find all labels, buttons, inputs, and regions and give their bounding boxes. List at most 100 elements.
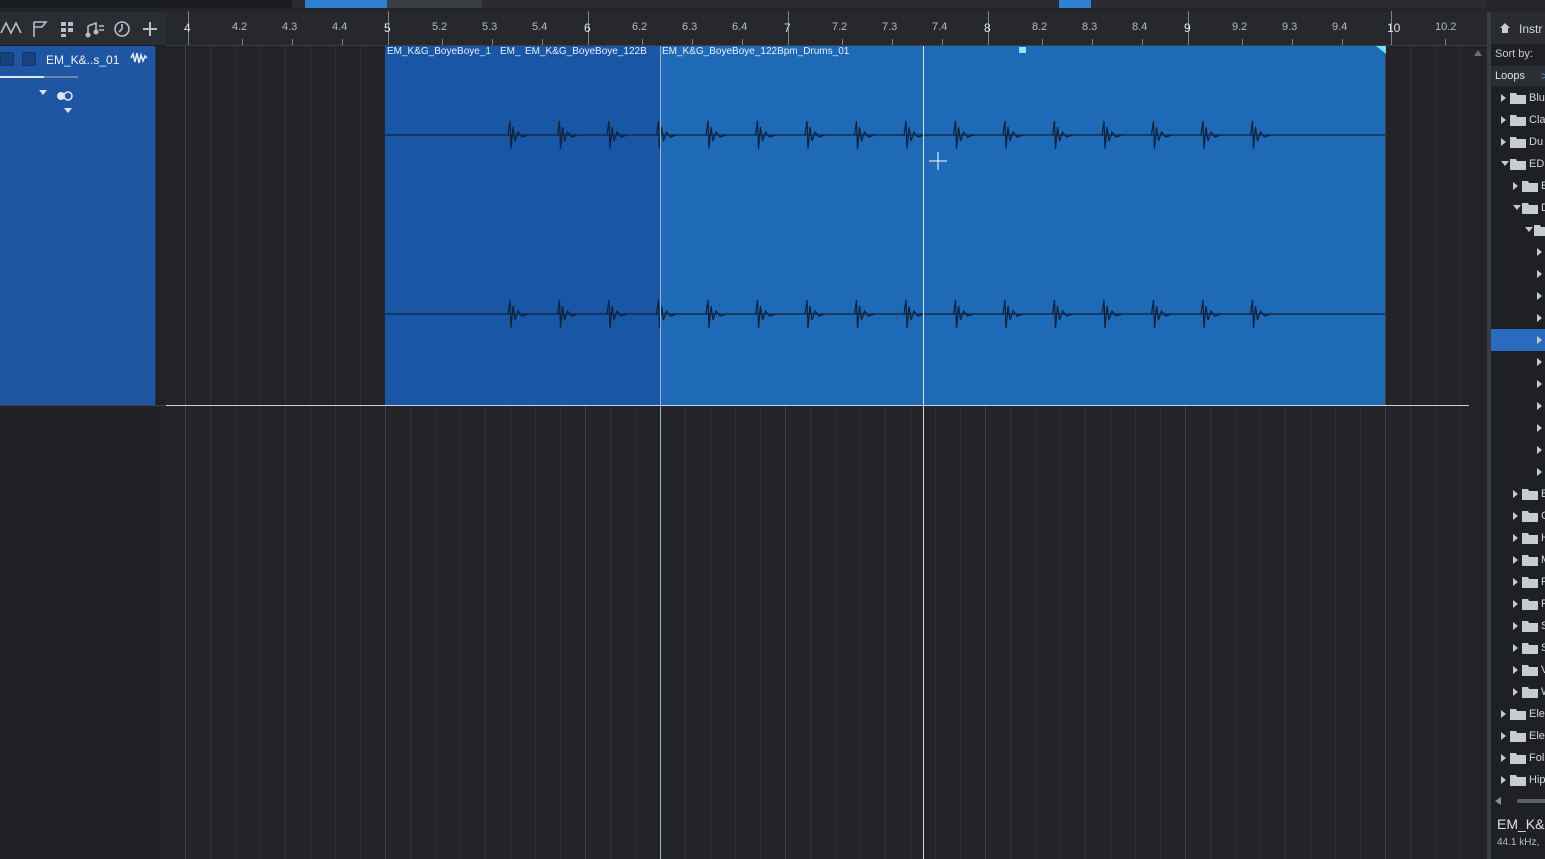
toolbar-segment-active[interactable] (1059, 0, 1091, 8)
browser-tree-label: B (1541, 488, 1545, 500)
browser-tree-item[interactable]: B (1491, 483, 1545, 505)
browser-tree-item[interactable] (1491, 373, 1545, 395)
browser-tree-item[interactable]: D (1491, 197, 1545, 219)
toolbar-segment-active[interactable] (305, 0, 387, 8)
expand-chevron-right-icon[interactable] (1537, 446, 1542, 454)
fade-handle-icon[interactable] (1376, 46, 1386, 54)
expand-chevron-right-icon[interactable] (1501, 732, 1506, 740)
expand-chevron-right-icon[interactable] (1513, 534, 1518, 542)
expand-chevron-right-icon[interactable] (1537, 402, 1542, 410)
channel-link-icon[interactable] (56, 88, 74, 101)
mute-button[interactable] (0, 52, 14, 66)
expand-chevron-right-icon[interactable] (1537, 468, 1542, 476)
expand-chevron-right-icon[interactable] (1501, 94, 1506, 102)
expand-chevron-right-icon[interactable] (1501, 776, 1506, 784)
scroll-up-arrow-icon[interactable] (1474, 50, 1482, 56)
browser-tree-item[interactable]: Hip (1491, 769, 1545, 791)
layer-chevron-down-icon[interactable] (64, 108, 72, 113)
timing-clock-icon[interactable] (111, 18, 133, 40)
expand-chevron-right-icon[interactable] (1513, 182, 1518, 190)
expand-chevron-right-icon[interactable] (1513, 600, 1518, 608)
folder-icon (1510, 137, 1526, 148)
browser-tree-item[interactable]: E (1491, 175, 1545, 197)
expand-chevron-right-icon[interactable] (1513, 490, 1518, 498)
inspector-icon[interactable] (84, 18, 106, 40)
ruler-tick-label: 5 (384, 21, 391, 35)
expand-chevron-down-icon[interactable] (39, 90, 47, 95)
track-list-icon[interactable] (57, 18, 79, 40)
timeline-ruler[interactable]: 4 4.2 4.3 4.4 5 5.2 5.3 5.4 6 6.2 6.3 6.4 7 7.2 7.3 7.4… (166, 11, 1487, 46)
expand-chevron-down-icon[interactable] (1501, 161, 1509, 166)
folder-icon (1522, 577, 1538, 588)
expand-chevron-right-icon[interactable] (1501, 710, 1506, 718)
browser-tree-item[interactable]: S (1491, 615, 1545, 637)
home-icon[interactable] (1499, 22, 1511, 34)
browser-tree-item[interactable]: Du (1491, 131, 1545, 153)
arrange-view[interactable]: EM_K&G_BoyeBoye_1 EM_ EM_K&G_BoyeBoye_12… (166, 46, 1487, 859)
waveform-icon[interactable] (130, 51, 148, 65)
browser-tree-item[interactable] (1491, 307, 1545, 329)
expand-chevron-right-icon[interactable] (1513, 622, 1518, 630)
browser-tree-item[interactable]: Ele (1491, 725, 1545, 747)
browser-tree-item[interactable] (1491, 461, 1545, 483)
arrange-tools (0, 12, 166, 46)
browser-tree-item[interactable]: Ele (1491, 703, 1545, 725)
expand-chevron-right-icon[interactable] (1537, 336, 1542, 344)
expand-chevron-down-icon[interactable] (1513, 205, 1521, 210)
browser-tree-item[interactable]: V (1491, 659, 1545, 681)
grid-line (260, 46, 261, 859)
expand-chevron-right-icon[interactable] (1513, 688, 1518, 696)
browser-tree-item[interactable]: P (1491, 571, 1545, 593)
browser-tree-item[interactable] (1491, 351, 1545, 373)
expand-chevron-right-icon[interactable] (1513, 644, 1518, 652)
expand-chevron-right-icon[interactable] (1537, 248, 1542, 256)
marker-flag-icon[interactable] (29, 18, 51, 40)
browser-tree-item[interactable]: C (1491, 505, 1545, 527)
expand-chevron-right-icon[interactable] (1537, 314, 1542, 322)
browser-tree-item[interactable]: Fol (1491, 747, 1545, 769)
playhead-cursor[interactable] (923, 46, 924, 859)
expand-chevron-right-icon[interactable] (1501, 138, 1506, 146)
browser-tree-item[interactable]: Blu (1491, 87, 1545, 109)
volume-slider[interactable] (0, 76, 78, 78)
horizontal-scrollbar[interactable] (1491, 796, 1545, 806)
browser-tree-item[interactable] (1491, 263, 1545, 285)
expand-chevron-right-icon[interactable] (1513, 512, 1518, 520)
clip-gain-handle[interactable] (1019, 47, 1026, 53)
browser-tree-item[interactable]: Cla (1491, 109, 1545, 131)
expand-chevron-right-icon[interactable] (1513, 556, 1518, 564)
expand-chevron-right-icon[interactable] (1537, 380, 1542, 388)
browser-tree-item[interactable] (1491, 395, 1545, 417)
browser-tree-item[interactable] (1491, 329, 1545, 351)
browser-tree-item[interactable] (1491, 241, 1545, 263)
add-track-icon[interactable] (139, 18, 161, 40)
expand-chevron-right-icon[interactable] (1537, 270, 1542, 278)
ruler-tick (742, 39, 743, 45)
browser-tree-item[interactable] (1491, 219, 1545, 241)
expand-chevron-right-icon[interactable] (1501, 754, 1506, 762)
expand-chevron-right-icon[interactable] (1537, 292, 1542, 300)
solo-button[interactable] (22, 52, 36, 66)
track-header[interactable]: EM_K&..s_01 (0, 46, 156, 405)
automation-icon[interactable] (0, 18, 22, 40)
browser-tab-instruments[interactable]: Instr (1519, 22, 1542, 36)
expand-chevron-right-icon[interactable] (1501, 116, 1506, 124)
expand-chevron-right-icon[interactable] (1513, 578, 1518, 586)
browser-tree-item[interactable]: W (1491, 681, 1545, 703)
loops-tab[interactable]: Loops > (1491, 66, 1545, 86)
expand-chevron-right-icon[interactable] (1513, 666, 1518, 674)
browser-tree-item[interactable]: R (1491, 593, 1545, 615)
expand-chevron-right-icon[interactable] (1537, 424, 1542, 432)
browser-tree-item[interactable] (1491, 439, 1545, 461)
browser-tree-item[interactable] (1491, 417, 1545, 439)
ruler-tick-label: 6.3 (682, 21, 698, 33)
browser-tree-item[interactable]: M (1491, 549, 1545, 571)
expand-chevron-right-icon[interactable] (1537, 358, 1542, 366)
browser-tree-item[interactable]: S (1491, 637, 1545, 659)
vertical-scrollbar[interactable] (1469, 46, 1487, 859)
browser-tree-item[interactable]: ED (1491, 153, 1545, 175)
browser-tree-item[interactable] (1491, 285, 1545, 307)
browser-tree-item[interactable]: H (1491, 527, 1545, 549)
expand-chevron-down-icon[interactable] (1525, 227, 1533, 232)
track-name[interactable]: EM_K&..s_01 (46, 53, 119, 67)
